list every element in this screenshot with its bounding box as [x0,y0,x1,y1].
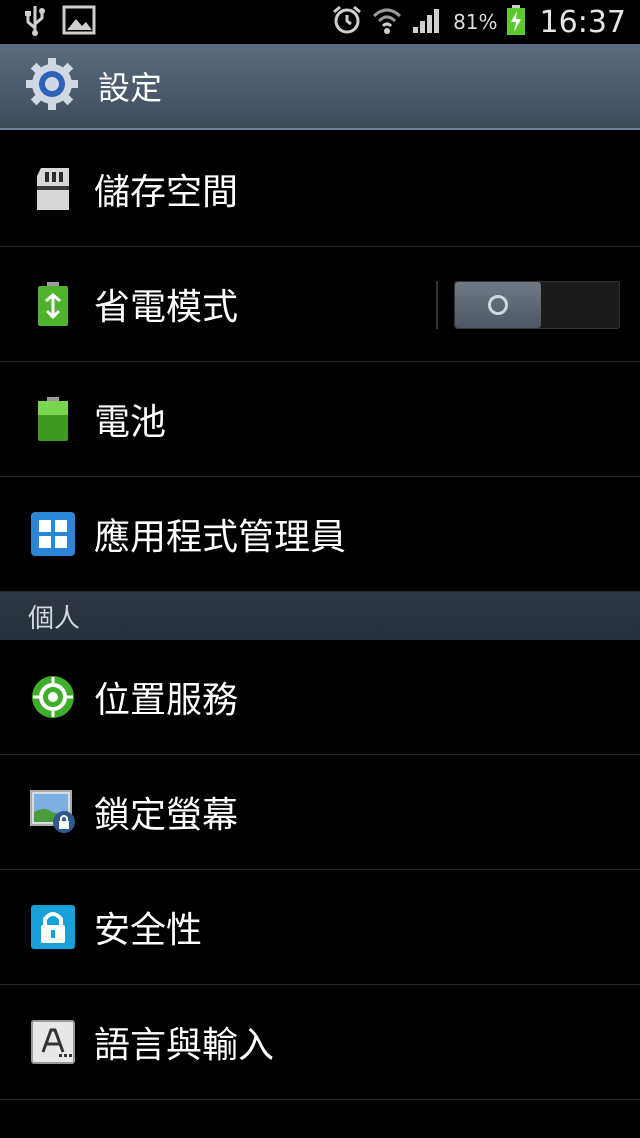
signal-icon [411,5,445,39]
settings-item-app-manager[interactable]: 應用程式管理員 [0,477,640,592]
settings-item-label: 安全性 [94,910,203,951]
settings-item-label: 儲存空間 [94,172,239,213]
wifi-icon [371,4,403,40]
power-saving-toggle[interactable] [454,281,620,329]
settings-item-label: 應用程式管理員 [94,517,347,558]
settings-item-location[interactable]: 位置服務 [0,640,640,755]
settings-item-label: 省電模式 [94,287,239,328]
settings-item-battery[interactable]: 電池 [0,362,640,477]
settings-item-label: 語言與輸入 [94,1025,275,1066]
status-bar: 81% 16:37 [0,0,640,44]
settings-item-label: 位置服務 [94,680,239,721]
clock: 16:37 [539,4,626,40]
toggle-knob[interactable] [455,282,541,328]
settings-item-label: 鎖定螢幕 [94,795,239,836]
location-icon [30,674,76,720]
settings-item-storage[interactable]: 儲存空間 [0,132,640,247]
security-lock-icon [30,904,76,950]
battery-percent: 81% [453,10,498,34]
settings-list: 儲存空間 省電模式 電池 應用程式管理員 個人 位置服務 鎖定螢幕 安全性 語言… [0,132,640,1100]
settings-item-lock-screen[interactable]: 鎖定螢幕 [0,755,640,870]
language-input-icon [30,1019,76,1065]
page-title: 設定 [98,69,163,107]
battery-charging-icon [506,4,526,40]
toggle-off-indicator [488,295,508,315]
settings-item-language-input[interactable]: 語言與輸入 [0,985,640,1100]
section-header-personal: 個人 [0,592,640,640]
app-manager-icon [30,511,76,557]
gallery-icon [62,5,96,39]
settings-item-label: 電池 [94,402,167,443]
power-saving-icon [30,281,76,327]
usb-icon [22,4,48,40]
settings-item-power-saving[interactable]: 省電模式 [0,247,640,362]
sd-card-icon [30,166,76,212]
lock-screen-icon [30,789,76,835]
action-bar: 設定 [0,44,640,130]
settings-item-security[interactable]: 安全性 [0,870,640,985]
toggle-divider [436,281,438,329]
settings-gear-icon[interactable] [24,56,80,116]
alarm-icon [331,4,363,40]
battery-icon [30,396,76,442]
